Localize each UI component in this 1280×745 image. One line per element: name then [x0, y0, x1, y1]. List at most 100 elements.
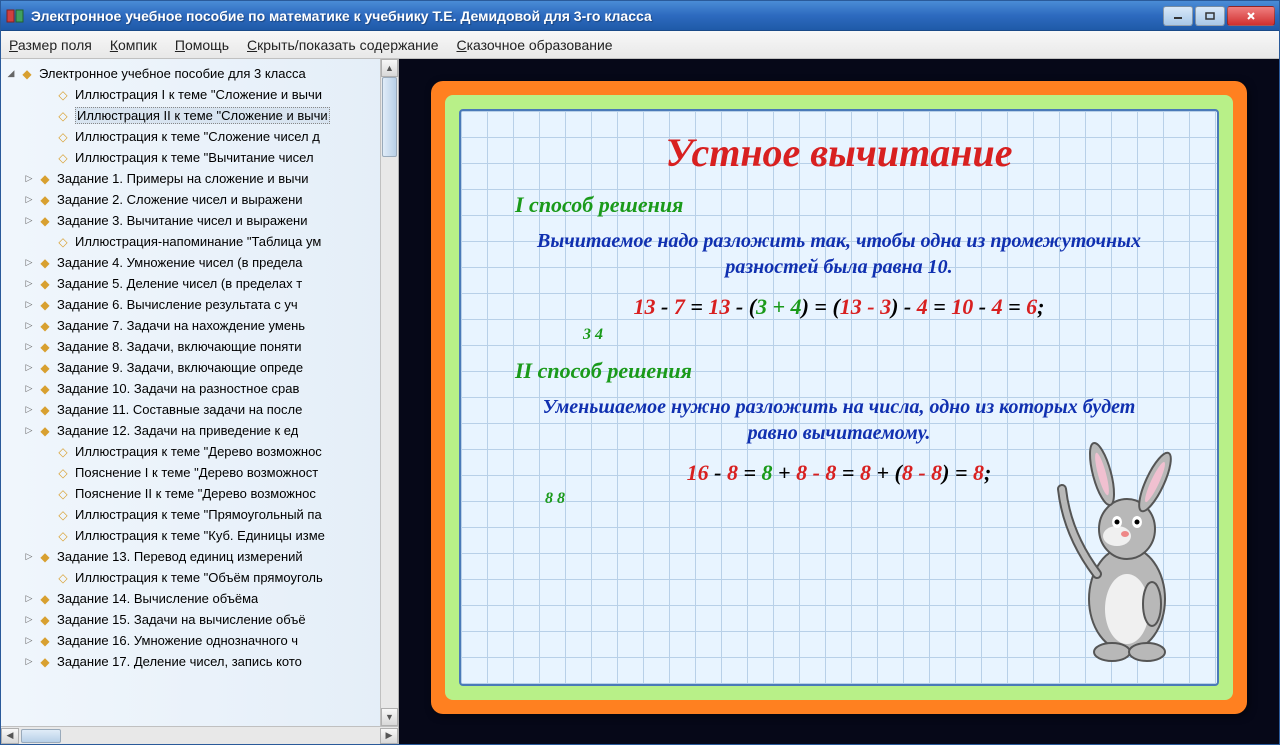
expand-icon[interactable]: ▷	[23, 278, 35, 290]
expand-icon[interactable]: ▷	[23, 362, 35, 374]
tree-item-label: Иллюстрация к теме "Объём прямоуголь	[75, 570, 323, 585]
book-icon	[37, 193, 53, 207]
page-icon	[55, 235, 71, 249]
tree-item[interactable]: Иллюстрация к теме "Сложение чисел д	[1, 126, 398, 147]
tree-item-label: Иллюстрация к теме "Сложение чисел д	[75, 129, 320, 144]
tree-item-label: Пояснение I к теме "Дерево возможност	[75, 465, 318, 480]
tree-item-label: Задание 12. Задачи на приведение к ед	[57, 423, 298, 438]
tree-item-label: Задание 10. Задачи на разностное срав	[57, 381, 299, 396]
titlebar[interactable]: Электронное учебное пособие по математик…	[1, 1, 1279, 31]
tree-root[interactable]: ◢ Электронное учебное пособие для 3 клас…	[1, 63, 398, 84]
tree-item[interactable]: Иллюстрация к теме "Прямоугольный па	[1, 504, 398, 525]
expand-icon[interactable]: ▷	[23, 383, 35, 395]
tree-item-label: Задание 5. Деление чисел (в пределах т	[57, 276, 302, 291]
window-title: Электронное учебное пособие по математик…	[31, 8, 1163, 24]
close-button[interactable]	[1227, 6, 1275, 26]
lesson-title: Устное вычитание	[485, 129, 1193, 176]
tree-item[interactable]: Иллюстрация к теме "Вычитание чисел	[1, 147, 398, 168]
tree-item[interactable]: ▷ Задание 10. Задачи на разностное срав	[1, 378, 398, 399]
minimize-button[interactable]	[1163, 6, 1193, 26]
tree-item[interactable]: ▷Задание 16. Умножение однозначного ч	[1, 630, 398, 651]
tree-item-label: Иллюстрация к теме "Прямоугольный па	[75, 507, 322, 522]
tree-item[interactable]: Иллюстрация к теме "Объём прямоуголь	[1, 567, 398, 588]
tree-item-label: Задание 14. Вычисление объёма	[57, 591, 258, 606]
menu-item[interactable]: Компик	[110, 37, 157, 53]
tree-item[interactable]: ▷Задание 17. Деление чисел, запись кото	[1, 651, 398, 672]
tree-item[interactable]: ▷ Задание 12. Задачи на приведение к ед	[1, 420, 398, 441]
menu-item[interactable]: Скрыть/показать содержание	[247, 37, 438, 53]
equation-1: 13 - 7 = 13 - (3 + 4) = (13 - 3) - 4 = 1…	[485, 294, 1193, 320]
maximize-button[interactable]	[1195, 6, 1225, 26]
expand-icon[interactable]: ▷	[23, 194, 35, 206]
tree-item[interactable]: ▷Задание 3. Вычитание чисел и выражени	[1, 210, 398, 231]
expand-icon[interactable]: ▷	[23, 614, 35, 626]
tree-item[interactable]: ▷Задание 1. Примеры на сложение и вычи	[1, 168, 398, 189]
tree-item[interactable]: ▷Задание 7. Задачи на нахождение умень	[1, 315, 398, 336]
tree-item[interactable]: ▷Задание 11. Составные задачи на после	[1, 399, 398, 420]
method2-heading: II способ решения	[515, 358, 1193, 384]
tree-item-label: Задание 15. Задачи на вычисление объё	[57, 612, 306, 627]
expand-icon[interactable]: ▷	[23, 320, 35, 332]
rabbit-illustration	[1047, 424, 1207, 664]
expand-icon[interactable]: ▷	[23, 425, 35, 437]
page-icon	[55, 130, 71, 144]
tree-item[interactable]: ▷ Задание 14. Вычисление объёма	[1, 588, 398, 609]
expand-icon[interactable]: ▷	[23, 635, 35, 647]
page-icon	[55, 151, 71, 165]
tree-item[interactable]: ▷ Задание 6. Вычисление результата с уч	[1, 294, 398, 315]
tree-item-label: Задание 4. Умножение чисел (в предела	[57, 255, 303, 270]
menu-item[interactable]: Сказочное образование	[456, 37, 612, 53]
scroll-left-button[interactable]: ◀	[1, 728, 19, 744]
tree-item[interactable]: Пояснение II к теме "Дерево возможнос	[1, 483, 398, 504]
tree-item[interactable]: Иллюстрация I к теме "Сложение и вычи	[1, 84, 398, 105]
app-icon	[5, 6, 25, 26]
tree-item[interactable]: ▷ Задание 15. Задачи на вычисление объё	[1, 609, 398, 630]
scroll-thumb[interactable]	[382, 77, 397, 157]
collapse-icon[interactable]: ◢	[5, 68, 17, 80]
menu-item[interactable]: Размер поля	[9, 37, 92, 53]
book-icon	[37, 634, 53, 648]
nav-tree[interactable]: ◢ Электронное учебное пособие для 3 клас…	[1, 59, 398, 726]
tree-item[interactable]: Иллюстрация II к теме "Сложение и вычи	[1, 105, 398, 126]
tree-item[interactable]: ▷Задание 2. Сложение чисел и выражени	[1, 189, 398, 210]
tree-item[interactable]: Иллюстрация к теме "Дерево возможнос	[1, 441, 398, 462]
tree-item-label: Задание 6. Вычисление результата с уч	[57, 297, 298, 312]
expand-icon[interactable]: ▷	[23, 656, 35, 668]
method1-text: Вычитаемое надо разложить так, чтобы одн…	[525, 228, 1153, 280]
expand-icon[interactable]: ▷	[23, 173, 35, 185]
horizontal-scrollbar[interactable]: ◀ ▶	[1, 726, 398, 744]
tree-item[interactable]: ▷ Задание 4. Умножение чисел (в предела	[1, 252, 398, 273]
tree-item[interactable]: ▷Задание 8. Задачи, включающие поняти	[1, 336, 398, 357]
hscroll-thumb[interactable]	[21, 729, 61, 743]
tree-item[interactable]: ▷ Задание 5. Деление чисел (в пределах т	[1, 273, 398, 294]
tree-item-label: Иллюстрация II к теме "Сложение и вычи	[75, 107, 330, 124]
tree-item[interactable]: Иллюстрация к теме "Куб. Единицы изме	[1, 525, 398, 546]
expand-icon[interactable]: ▷	[23, 341, 35, 353]
expand-icon[interactable]: ▷	[23, 215, 35, 227]
expand-icon[interactable]: ▷	[23, 593, 35, 605]
page-icon	[55, 445, 71, 459]
expand-icon[interactable]: ▷	[23, 551, 35, 563]
expand-icon[interactable]: ▷	[23, 299, 35, 311]
window-controls	[1163, 6, 1275, 26]
expand-icon[interactable]: ▷	[23, 404, 35, 416]
app-window: Электронное учебное пособие по математик…	[0, 0, 1280, 745]
book-icon	[19, 67, 35, 81]
vertical-scrollbar[interactable]: ▲ ▼	[380, 59, 398, 726]
scroll-right-button[interactable]: ▶	[380, 728, 398, 744]
tree-root-label: Электронное учебное пособие для 3 класса	[39, 66, 306, 81]
scroll-track[interactable]	[381, 77, 398, 708]
tree-item[interactable]: Пояснение I к теме "Дерево возможност	[1, 462, 398, 483]
lesson-card-outer: Устное вычитание I способ решения Вычита…	[431, 81, 1247, 714]
tree-item[interactable]: ▷ Задание 9. Задачи, включающие опреде	[1, 357, 398, 378]
book-icon	[37, 424, 53, 438]
menu-item[interactable]: Помощь	[175, 37, 229, 53]
scroll-down-button[interactable]: ▼	[381, 708, 398, 726]
book-icon	[37, 613, 53, 627]
scroll-up-button[interactable]: ▲	[381, 59, 398, 77]
tree-item[interactable]: ▷Задание 13. Перевод единиц измерений	[1, 546, 398, 567]
expand-icon[interactable]: ▷	[23, 257, 35, 269]
tree-item-label: Задание 9. Задачи, включающие опреде	[57, 360, 303, 375]
tree-item-label: Иллюстрация I к теме "Сложение и вычи	[75, 87, 322, 102]
tree-item[interactable]: Иллюстрация-напоминание "Таблица ум	[1, 231, 398, 252]
